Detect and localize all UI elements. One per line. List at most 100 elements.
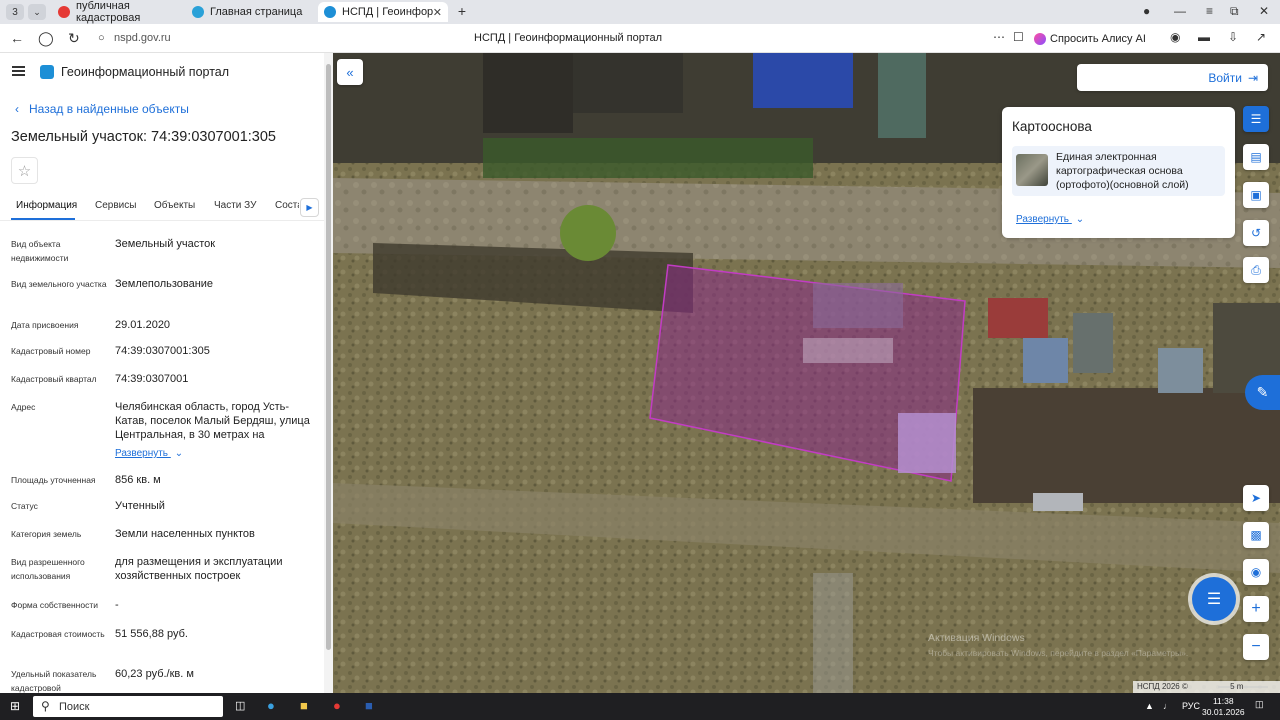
yandex-icon[interactable]: ◯	[38, 30, 54, 47]
extension-icon[interactable]: ◉	[1170, 30, 1180, 44]
tab-services[interactable]: Сервисы	[95, 200, 136, 211]
label-land-type: Вид земельного участка	[11, 279, 107, 289]
windows-watermark-sub: Чтобы активировать Windows, перейдите в …	[928, 648, 1189, 658]
login-button[interactable]: Войти ⇥	[1077, 64, 1268, 91]
value-cadastral-quarter: 74:39:0307001	[115, 373, 189, 385]
label-object-type: Вид объекта недвижимости	[11, 239, 69, 263]
url-field[interactable]: nspd.gov.ru	[114, 32, 171, 44]
share-icon[interactable]: ↗	[1256, 30, 1266, 44]
more-icon[interactable]: ⋯	[993, 30, 1005, 44]
favorite-star-icon[interactable]: ☆	[11, 157, 38, 184]
minimap-icon[interactable]: ▩	[1243, 522, 1269, 548]
yandex-browser-icon[interactable]: ●	[333, 698, 341, 713]
hamburger-menu-icon[interactable]	[12, 66, 25, 76]
volume-icon[interactable]: ♩	[1163, 701, 1172, 711]
ruler-icon[interactable]: ▤	[1243, 144, 1269, 170]
tab-composition[interactable]: Соста	[275, 200, 299, 211]
chevron-left-icon: ‹	[15, 102, 19, 116]
collapse-panel-button[interactable]: «	[337, 59, 363, 85]
minimize-icon[interactable]: —	[1174, 4, 1186, 18]
basemap-layer-item[interactable]: Единая электронная картографическая осно…	[1012, 146, 1225, 196]
restore-icon[interactable]: ⧉	[1230, 4, 1239, 19]
back-to-results-link[interactable]: ‹ Назад в найденные объекты	[15, 102, 189, 116]
label-assign-date: Дата присвоения	[11, 320, 79, 330]
ask-alice-button[interactable]: Спросить Алису AI	[1034, 28, 1146, 49]
value-status: Учтенный	[115, 500, 165, 512]
info-tabs: Информация Сервисы Объекты Части ЗУ Сост…	[0, 193, 324, 221]
browser-tab-nspd[interactable]: НСПД | Геоинформаци ✕	[318, 2, 448, 22]
language-indicator[interactable]: РУС	[1182, 701, 1200, 711]
search-icon: ⚲	[41, 699, 50, 713]
tabs-next-arrow-icon[interactable]: ▶	[300, 198, 319, 217]
download-icon[interactable]: ⇩	[1228, 30, 1238, 44]
chat-bubble-icon[interactable]: ☰	[1192, 577, 1236, 621]
app-title: Геоинформационный портал	[61, 65, 230, 79]
expand-label: Развернуть	[1016, 214, 1070, 225]
gosuslugi-favicon-icon	[192, 6, 204, 18]
expand-label: Развернуть	[115, 448, 169, 459]
taskbar-search[interactable]: ⚲ Поиск	[33, 696, 223, 717]
zoom-out-button[interactable]: −	[1243, 634, 1269, 660]
tab-parts[interactable]: Части ЗУ	[214, 200, 256, 211]
close-icon[interactable]: ✕	[433, 6, 442, 19]
site-info-icon[interactable]: ○	[98, 32, 105, 44]
label-address: Адрес	[11, 402, 36, 412]
reload-icon[interactable]: ↻	[68, 30, 80, 47]
chevron-down-icon: ⌄	[1075, 214, 1085, 225]
search-placeholder: Поиск	[59, 700, 90, 713]
tab-count-badge[interactable]: 3	[6, 4, 24, 20]
basemap-heading: Картооснова	[1012, 119, 1092, 134]
profile-icon[interactable]: ●	[1143, 4, 1150, 18]
address-expand-link[interactable]: Развернуть ⌄	[115, 448, 183, 459]
windows-start-icon[interactable]: ⊞	[10, 699, 20, 713]
basemap-expand-link[interactable]: Развернуть ⌄	[1016, 214, 1084, 225]
browser-tab-kadastr[interactable]: публичная кадастровая	[52, 0, 178, 24]
geolocation-icon[interactable]: ➤	[1243, 485, 1269, 511]
basemap-card: Картооснова Единая электронная картограф…	[1002, 107, 1235, 238]
bookmark-icon[interactable]: ☐	[1013, 30, 1024, 44]
page-title: НСПД | Геоинформационный портал	[474, 32, 663, 44]
print-icon[interactable]: ⎙	[1243, 257, 1269, 283]
file-explorer-icon[interactable]: ■	[300, 698, 308, 713]
windows-taskbar: ⊞ ⚲ Поиск ◫ ● ■ ● ■ ▲ ♩ РУС 11:38 30.01.…	[0, 693, 1280, 720]
tab-info[interactable]: Информация	[16, 200, 77, 211]
location-pin-icon[interactable]: ◉	[1243, 559, 1269, 585]
object-title: Земельный участок: 74:39:0307001:305	[11, 129, 276, 145]
taskbar-clock[interactable]: 11:38 30.01.2026	[1202, 696, 1245, 718]
windows-watermark: Активация Windows	[928, 632, 1025, 644]
chevron-down-icon[interactable]: ⌄	[28, 4, 46, 20]
zoom-in-button[interactable]: +	[1243, 596, 1269, 622]
panel-scrollbar-thumb[interactable]	[326, 64, 331, 650]
label-cadastral-quarter: Кадастровый квартал	[11, 374, 97, 384]
share-icon[interactable]: ↺	[1243, 220, 1269, 246]
label-cadastral-number: Кадастровый номер	[11, 346, 91, 356]
wallet-icon[interactable]: ▬	[1198, 30, 1210, 44]
value-cadastral-value: 51 556,88 руб.	[115, 628, 188, 640]
new-tab-button[interactable]: +	[454, 4, 470, 20]
alice-label: Спросить Алису AI	[1050, 32, 1146, 45]
menu-icon[interactable]: ≡	[1206, 4, 1213, 18]
back-arrow-icon[interactable]: ←	[10, 30, 24, 46]
value-ownership: -	[115, 599, 119, 611]
basemap-layer-label: Единая электронная картографическая осно…	[1056, 151, 1189, 191]
word-icon[interactable]: ■	[365, 698, 373, 713]
value-cadastral-number: 74:39:0307001:305	[115, 345, 210, 357]
select-area-icon[interactable]: ▣	[1243, 182, 1269, 208]
label-permitted-use: Вид разрешенного использования	[11, 557, 85, 581]
close-window-icon[interactable]: ✕	[1259, 4, 1269, 18]
notifications-icon[interactable]: ◫	[1255, 699, 1264, 710]
layers-icon[interactable]: ☰	[1243, 106, 1269, 132]
value-area: 856 кв. м	[115, 474, 161, 486]
tab-label: НСПД | Геоинформаци	[342, 6, 433, 18]
copyright-label: НСПД 2026 ©	[1137, 682, 1188, 691]
task-view-icon[interactable]: ◫	[235, 699, 245, 712]
login-label: Войти	[1208, 70, 1242, 85]
browser-tab-home[interactable]: Главная страница	[186, 2, 312, 22]
edge-icon[interactable]: ●	[267, 698, 275, 713]
value-land-category: Земли населенных пунктов	[115, 528, 255, 540]
yandex-favicon-icon	[58, 6, 70, 18]
label-cadastral-value: Кадастровая стоимость	[11, 629, 105, 639]
network-icon[interactable]: ▲	[1145, 701, 1154, 711]
tab-objects[interactable]: Объекты	[154, 200, 195, 211]
feedback-icon[interactable]: ✎	[1245, 375, 1280, 410]
